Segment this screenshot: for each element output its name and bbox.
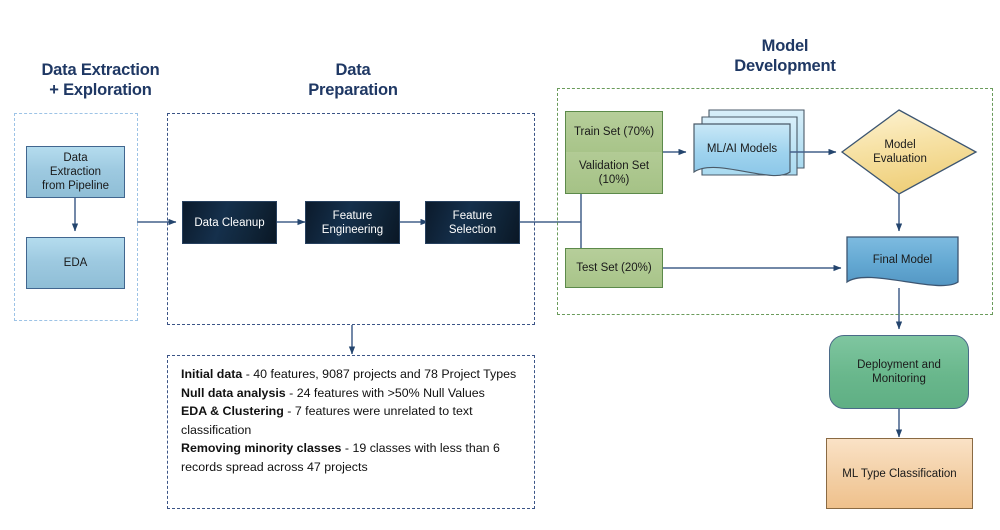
node-data-cleanup[interactable]: Data Cleanup [182, 201, 277, 244]
node-feature-selection[interactable]: Feature Selection [425, 201, 520, 244]
section-title-data-preparation: Data Preparation [308, 61, 398, 99]
finding-item: Null data analysis - 24 features with >5… [181, 384, 523, 403]
node-validation-set[interactable]: Validation Set (10%) [565, 152, 663, 194]
finding-item: Initial data - 40 features, 9087 project… [181, 365, 523, 384]
section-title-data-extraction: Data Extraction + Exploration [41, 61, 160, 99]
section-title-model-development: Model Development [734, 37, 836, 75]
finding-label: EDA & Clustering [181, 404, 284, 419]
node-data-extraction-from-pipeline[interactable]: Data Extraction from Pipeline [26, 146, 125, 198]
finding-text: - 24 features with >50% Null Values [285, 385, 485, 400]
finding-label: Removing minority classes [181, 441, 342, 456]
node-eda[interactable]: EDA [26, 237, 125, 289]
findings-textbox: Initial data - 40 features, 9087 project… [167, 355, 535, 509]
finding-label: Initial data [181, 367, 243, 381]
finding-item: Removing minority classes - 19 classes w… [181, 439, 523, 476]
node-train-set[interactable]: Train Set (70%) [565, 111, 663, 153]
finding-item: EDA & Clustering - 7 features were unrel… [181, 402, 523, 439]
region-data-extraction [14, 113, 138, 321]
node-test-set[interactable]: Test Set (20%) [565, 248, 663, 288]
finding-label: Null data analysis [181, 385, 286, 400]
node-deployment-and-monitoring[interactable]: Deployment and Monitoring [829, 335, 969, 409]
node-feature-engineering[interactable]: Feature Engineering [305, 201, 400, 244]
node-ml-type-classification[interactable]: ML Type Classification [826, 438, 973, 509]
finding-text: - 40 features, 9087 projects and 78 Proj… [242, 367, 517, 381]
